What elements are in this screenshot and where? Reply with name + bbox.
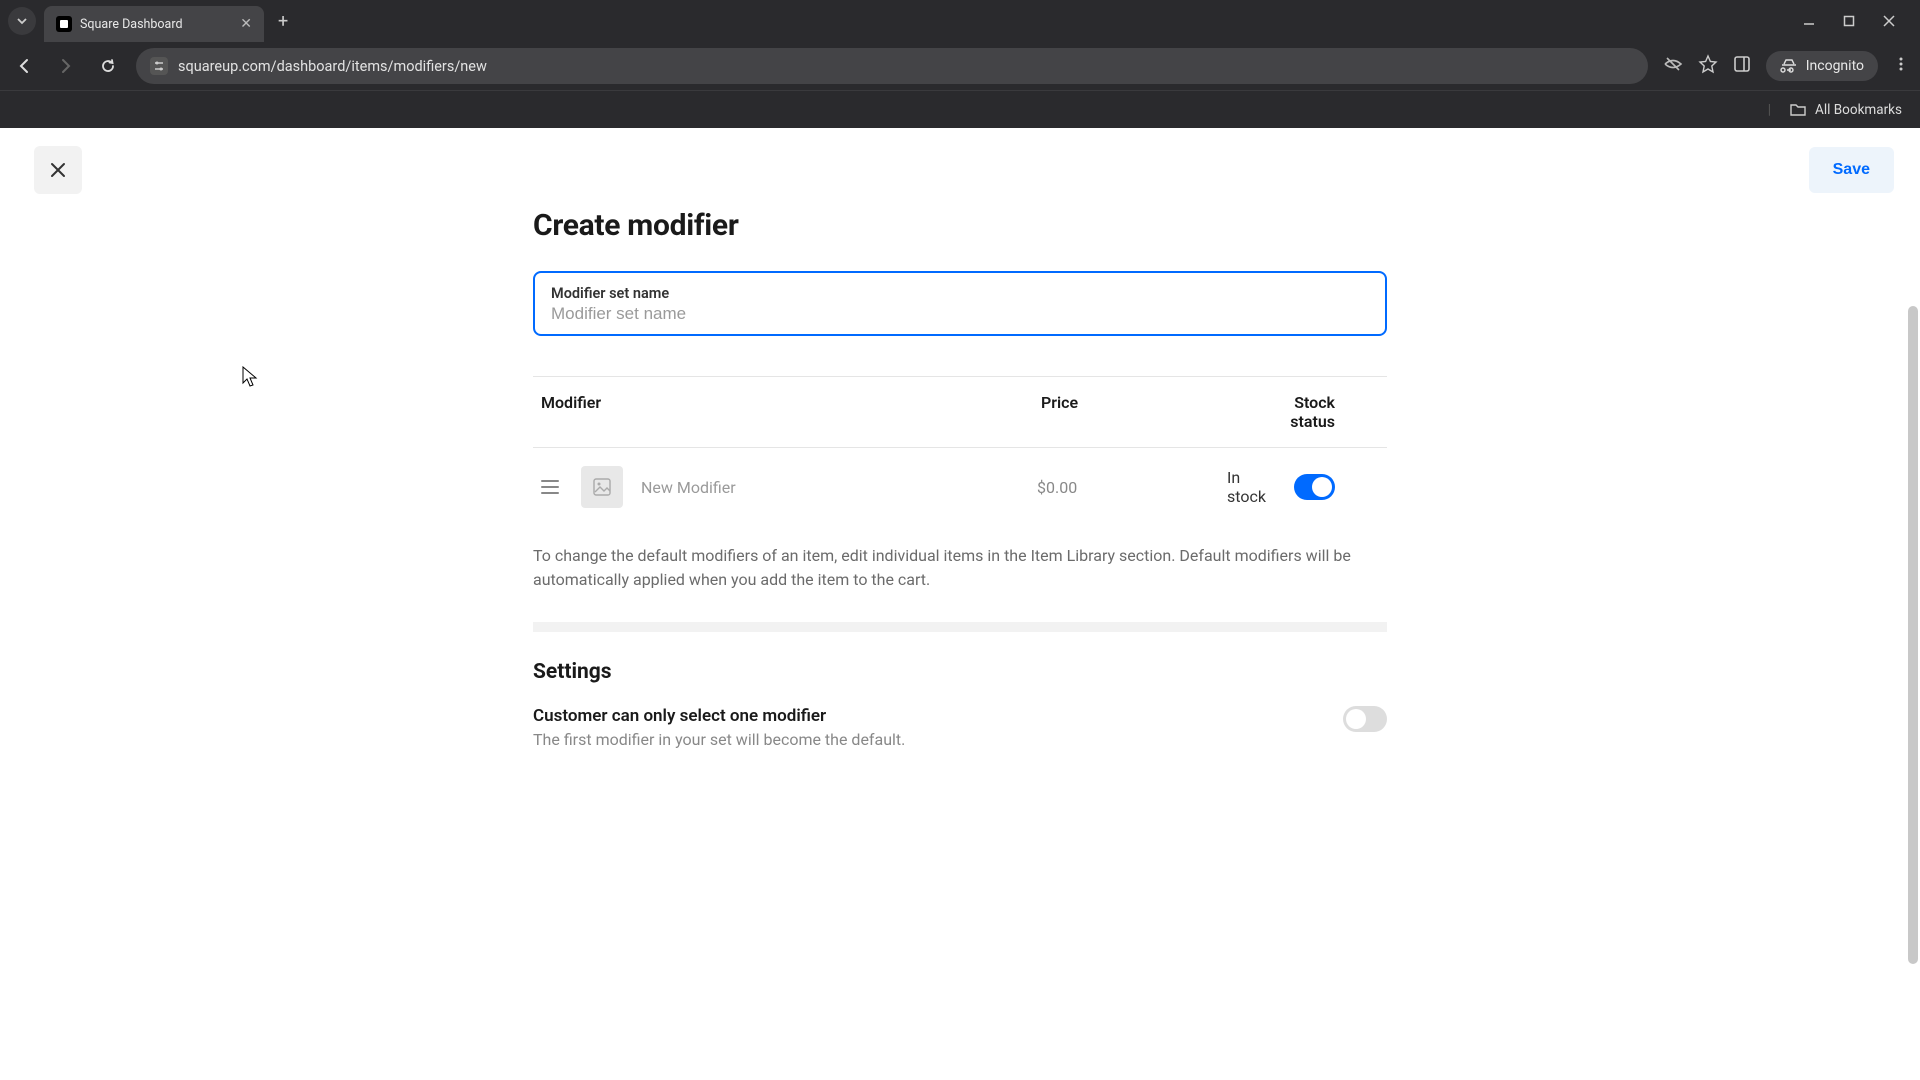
all-bookmarks-button[interactable]: All Bookmarks — [1789, 101, 1902, 119]
back-button[interactable] — [10, 52, 38, 80]
browser-menu-icon[interactable] — [1892, 55, 1910, 77]
image-icon — [591, 476, 613, 498]
input-label: Modifier set name — [551, 285, 1369, 302]
maximize-button[interactable] — [1840, 12, 1858, 30]
setting-desc: The first modifier in your set will beco… — [533, 730, 1343, 749]
th-modifier: Modifier — [541, 393, 1041, 431]
setting-text: Customer can only select one modifier Th… — [533, 706, 1343, 749]
modifier-set-name-field[interactable]: Modifier set name — [533, 271, 1387, 336]
setting-row: Customer can only select one modifier Th… — [533, 706, 1387, 749]
bookmarks-separator: | — [1768, 102, 1771, 118]
help-text: To change the default modifiers of an it… — [533, 544, 1387, 622]
section-divider — [533, 622, 1387, 632]
settings-title: Settings — [533, 660, 1387, 684]
mouse-cursor — [242, 366, 260, 390]
window-controls — [1800, 12, 1912, 30]
incognito-label: Incognito — [1806, 58, 1864, 74]
modifier-price[interactable]: $0.00 — [1037, 478, 1227, 497]
close-icon — [49, 161, 67, 179]
url-text: squareup.com/dashboard/items/modifiers/n… — [178, 58, 487, 75]
minimize-button[interactable] — [1800, 12, 1818, 30]
drag-handle-icon[interactable] — [541, 480, 559, 494]
reload-button[interactable] — [94, 52, 122, 80]
bookmark-star-icon[interactable] — [1698, 54, 1718, 78]
th-stock: Stock status — [1251, 393, 1379, 431]
url-bar[interactable]: squareup.com/dashboard/items/modifiers/n… — [136, 48, 1648, 84]
table-header: Modifier Price Stock status — [533, 376, 1387, 448]
address-actions: Incognito — [1662, 51, 1910, 81]
eye-off-icon[interactable] — [1662, 53, 1684, 79]
new-tab-button[interactable]: + — [278, 11, 288, 32]
select-one-toggle[interactable] — [1343, 706, 1387, 732]
close-modal-button[interactable] — [34, 146, 82, 194]
folder-icon — [1789, 101, 1807, 119]
close-window-button[interactable] — [1880, 12, 1898, 30]
th-price: Price — [1041, 393, 1251, 431]
stock-label: In stock — [1227, 468, 1280, 506]
app-header: Save — [0, 128, 1920, 200]
side-panel-icon[interactable] — [1732, 54, 1752, 78]
app-viewport: Save Create modifier Modifier set name M… — [0, 128, 1920, 1080]
modifier-name[interactable]: New Modifier — [641, 478, 1037, 497]
setting-label: Customer can only select one modifier — [533, 706, 1343, 726]
save-button[interactable]: Save — [1809, 147, 1894, 193]
bookmarks-bar: | All Bookmarks — [0, 90, 1920, 128]
content-area: Create modifier Modifier set name Modifi… — [533, 200, 1387, 789]
table-row[interactable]: New Modifier $0.00 In stock — [533, 448, 1387, 526]
stock-toggle[interactable] — [1294, 474, 1335, 500]
site-settings-icon[interactable] — [150, 57, 168, 75]
incognito-icon — [1780, 57, 1798, 75]
tab-title: Square Dashboard — [80, 17, 232, 32]
tab-search-dropdown[interactable] — [8, 7, 36, 35]
tab-bar: Square Dashboard ✕ + — [0, 0, 1920, 42]
incognito-badge[interactable]: Incognito — [1766, 51, 1878, 81]
page-title: Create modifier — [533, 208, 1387, 243]
stock-cell: In stock — [1227, 468, 1379, 506]
scrollbar[interactable] — [1906, 306, 1920, 1080]
all-bookmarks-label: All Bookmarks — [1815, 102, 1902, 118]
modifier-set-name-input[interactable] — [551, 304, 1369, 324]
browser-tab[interactable]: Square Dashboard ✕ — [44, 6, 264, 42]
scroll-thumb[interactable] — [1908, 306, 1918, 964]
tab-close-icon[interactable]: ✕ — [240, 16, 252, 32]
square-favicon — [56, 16, 72, 32]
browser-chrome: Square Dashboard ✕ + squareup.com/dashbo… — [0, 0, 1920, 128]
forward-button[interactable] — [52, 52, 80, 80]
address-bar-row: squareup.com/dashboard/items/modifiers/n… — [0, 42, 1920, 90]
thumbnail-placeholder[interactable] — [581, 466, 623, 508]
